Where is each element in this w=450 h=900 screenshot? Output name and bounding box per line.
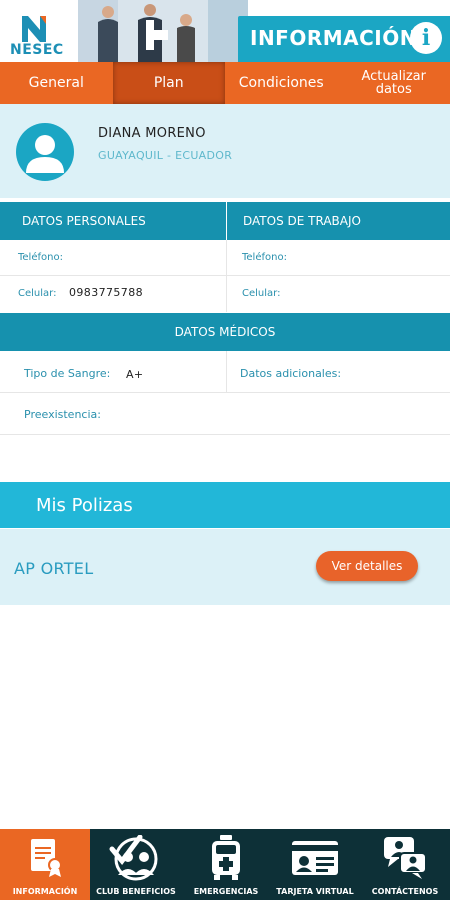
work-mobile-label: Celular: <box>242 288 281 299</box>
tab-actualizar-line2: datos <box>375 82 412 97</box>
personal-mobile-value: 0983775788 <box>69 286 143 299</box>
tab-general[interactable]: General <box>0 62 113 104</box>
preexisting-label: Preexistencia: <box>24 408 101 421</box>
polizas-title: Mis Polizas <box>36 495 133 516</box>
tab-condiciones-label: Condiciones <box>238 75 324 91</box>
polizas-header: Mis Polizas <box>0 482 450 528</box>
blood-type-label: Tipo de Sangre: <box>24 367 111 380</box>
nav-tarjeta-virtual[interactable]: TARJETA VIRTUAL <box>270 829 360 900</box>
medical-divider <box>226 351 227 393</box>
avatar <box>16 123 74 181</box>
nav-contactenos[interactable]: CONTÁCTENOS <box>360 829 450 900</box>
phone-row <box>0 240 450 276</box>
header-photo <box>78 0 248 62</box>
club-icon <box>109 835 158 881</box>
user-icon <box>26 135 64 173</box>
info-icon[interactable]: i <box>410 22 442 54</box>
tab-plan-label: Plan <box>153 75 184 91</box>
blood-type-value: A+ <box>126 368 144 381</box>
section-datos-trabajo: DATOS DE TRABAJO <box>227 202 450 240</box>
tab-actualizar-datos[interactable]: Actualizar datos <box>338 62 450 104</box>
personal-phone-label: Teléfono: <box>18 252 63 263</box>
document-icon <box>31 839 62 877</box>
section-datos-medicos: DATOS MÉDICOS <box>0 313 450 351</box>
mobile-row <box>0 276 450 312</box>
nav-emergencias[interactable]: EMERGENCIAS <box>182 829 270 900</box>
tab-condiciones[interactable]: Condiciones <box>225 62 338 104</box>
personal-mobile-label: Celular: <box>18 288 57 299</box>
nav-club-beneficios-label: CLUB BENEFICIOS <box>96 887 176 896</box>
column-divider <box>226 240 227 312</box>
profile-card: DIANA MORENO GUAYAQUIL - ECUADOR <box>0 104 450 198</box>
tab-actualizar-label: Actualizar datos <box>362 70 426 96</box>
bottom-nav: INFORMACIÓN CLUB BENEFICIOS EMERGENCIAS <box>0 829 450 900</box>
section-datos-personales: DATOS PERSONALES <box>0 202 226 240</box>
id-card-icon <box>292 841 338 875</box>
poliza-name: AP ORTEL <box>14 559 94 578</box>
nav-informacion-label: INFORMACIÓN <box>12 887 78 896</box>
nav-club-beneficios[interactable]: CLUB BENEFICIOS <box>90 829 182 900</box>
tab-bar: General Plan Condiciones Actualizar dato… <box>0 62 450 113</box>
ver-detalles-button[interactable]: Ver detalles <box>316 551 418 581</box>
profile-location: GUAYAQUIL - ECUADOR <box>98 149 233 162</box>
additional-data-label: Datos adicionales: <box>240 367 342 380</box>
section-datos-personales-title: DATOS PERSONALES <box>22 214 146 228</box>
logo-text: NESEC <box>10 42 64 58</box>
section-datos-trabajo-title: DATOS DE TRABAJO <box>243 214 361 228</box>
work-phone-label: Teléfono: <box>242 252 287 263</box>
ver-detalles-label: Ver detalles <box>331 559 403 573</box>
chat-icon <box>384 837 427 879</box>
tab-general-label: General <box>28 75 84 91</box>
ambulance-icon <box>212 835 240 880</box>
nav-informacion[interactable]: INFORMACIÓN <box>0 829 90 900</box>
poliza-item: AP ORTEL Ver detalles <box>0 529 450 605</box>
profile-name: DIANA MORENO <box>98 126 206 141</box>
app-header: NESEC INFORMACIÓN i <box>0 0 450 62</box>
section-datos-medicos-title: DATOS MÉDICOS <box>174 325 276 339</box>
tab-plan[interactable]: Plan <box>112 62 225 113</box>
nav-tarjeta-virtual-label: TARJETA VIRTUAL <box>276 887 354 896</box>
nav-contactenos-label: CONTÁCTENOS <box>371 887 439 896</box>
header-title-bar: INFORMACIÓN i <box>238 16 450 62</box>
page-title: INFORMACIÓN <box>250 26 417 50</box>
nav-emergencias-label: EMERGENCIAS <box>193 887 259 896</box>
